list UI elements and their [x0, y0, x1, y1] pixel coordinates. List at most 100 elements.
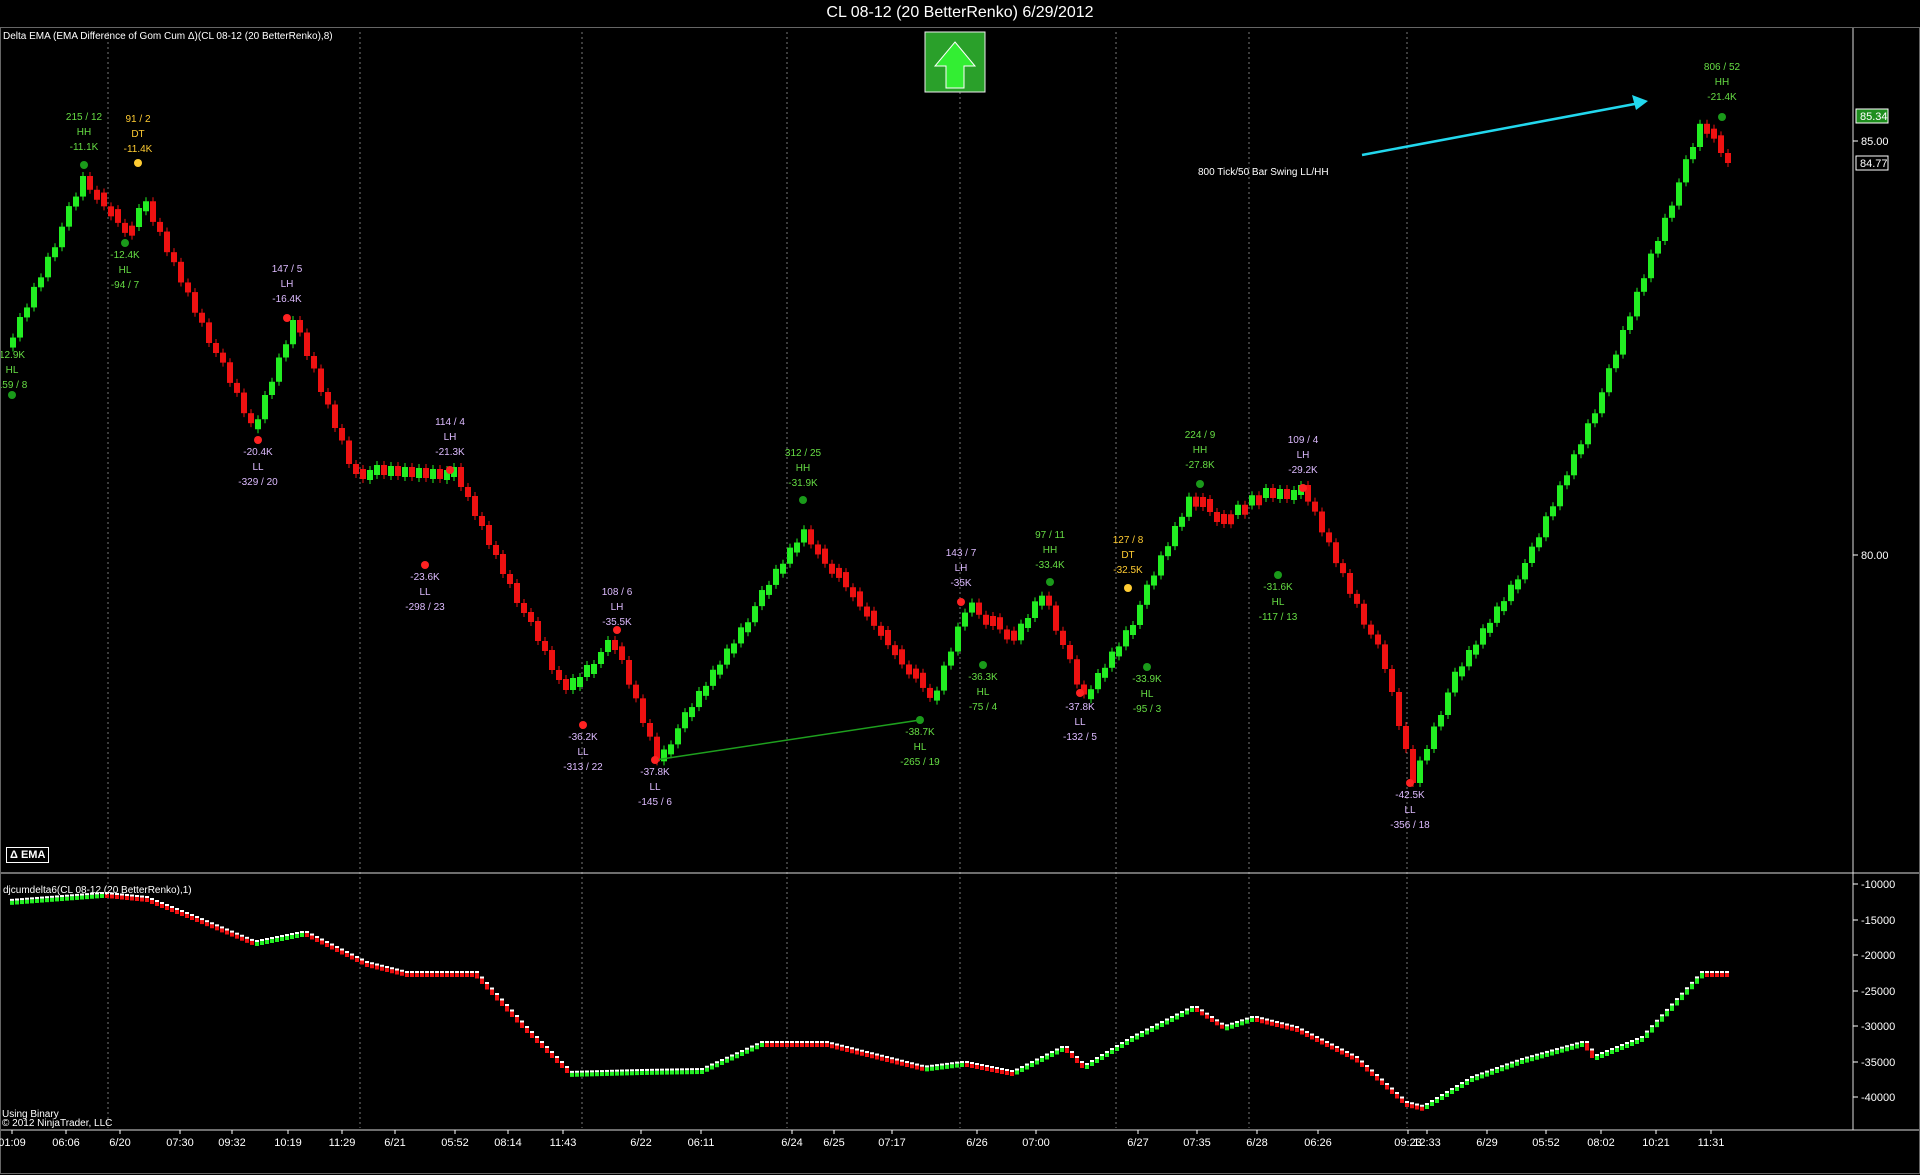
delta-tick [1530, 1055, 1534, 1058]
renko-brick [759, 590, 765, 607]
delta-tick [290, 933, 294, 935]
delta-tick [860, 1049, 864, 1052]
renko-brick [192, 292, 198, 313]
swing-label-text: 108 / 6 [602, 587, 633, 598]
swing-label-text: -117 / 13 [1259, 612, 1298, 623]
renko-brick [311, 356, 317, 369]
delta-tick [955, 1061, 959, 1064]
x-tick-label: 08:14 [494, 1137, 522, 1149]
delta-tick [230, 930, 234, 933]
delta-tick [845, 1046, 849, 1048]
delta-tick [1610, 1048, 1614, 1050]
renko-brick [1179, 516, 1185, 527]
delta-bar [500, 1000, 504, 1006]
delta-bar [970, 1064, 974, 1068]
renko-brick [199, 312, 205, 323]
renko-brick [437, 469, 443, 479]
delta-bar [230, 932, 234, 937]
delta-tick [1600, 1052, 1604, 1054]
delta-tick [665, 1068, 669, 1071]
swing-label-text: 147 / 5 [272, 264, 303, 275]
delta-tick [1615, 1046, 1619, 1048]
renko-brick [171, 252, 177, 263]
swing-label-text: 12.9K [0, 350, 25, 361]
delta-bar [355, 958, 359, 962]
delta-bar [530, 1033, 534, 1038]
delta-tick [885, 1056, 889, 1058]
renko-brick [1018, 623, 1024, 641]
delta-tick [1090, 1060, 1094, 1062]
renko-brick [598, 652, 604, 664]
delta-tick [555, 1056, 559, 1058]
delta-bar [145, 898, 149, 902]
renko-brick [1130, 625, 1136, 635]
delta-tick [820, 1041, 824, 1043]
delta-tick [15, 898, 19, 901]
delta-tick [890, 1057, 894, 1060]
renko-brick [395, 466, 401, 476]
delta-tick [1670, 1003, 1674, 1006]
delta-tick [950, 1062, 954, 1065]
renko-brick [1676, 182, 1682, 206]
delta-ema-badge[interactable]: Δ EMA [6, 847, 50, 863]
delta-bar [1330, 1045, 1334, 1050]
delta-tick [365, 961, 369, 963]
delta-tick [1465, 1079, 1469, 1081]
renko-brick [752, 606, 758, 623]
x-tick-label: 6/20 [109, 1137, 130, 1149]
x-tick-label: 06:11 [688, 1137, 715, 1149]
swing-label-text: LL [252, 462, 264, 473]
delta-tick [785, 1041, 789, 1043]
delta-bar [805, 1043, 809, 1047]
delta-tick [1700, 971, 1704, 973]
delta-bar [605, 1071, 609, 1076]
delta-tick [255, 940, 259, 942]
delta-tick [1380, 1078, 1384, 1081]
delta-tick [1255, 1016, 1259, 1018]
renko-brick [367, 470, 373, 480]
delta-tick [1330, 1043, 1334, 1046]
delta-tick [275, 936, 279, 938]
delta-bar [245, 938, 249, 943]
swing-label-text: HL [914, 742, 927, 753]
delta-tick [1565, 1045, 1569, 1048]
delta-bar [1705, 973, 1709, 977]
renko-brick [1718, 135, 1724, 153]
delta-tick [1210, 1016, 1214, 1018]
delta-bar [895, 1060, 899, 1065]
delta-bar [350, 955, 354, 960]
renko-brick [640, 698, 646, 723]
delta-bar [1605, 1052, 1609, 1056]
renko-brick [1256, 495, 1262, 506]
delta-tick [610, 1069, 614, 1072]
delta-tick [350, 953, 354, 956]
delta-tick [770, 1041, 774, 1043]
delta-tick [25, 897, 29, 900]
delta-tick [760, 1041, 764, 1043]
delta-bar [1495, 1069, 1499, 1073]
delta-tick [1710, 971, 1714, 973]
swing-label-text: -313 / 22 [563, 762, 603, 773]
delta-bar [1650, 1027, 1654, 1033]
delta-bar [540, 1043, 544, 1048]
swing-dot [651, 756, 659, 764]
swing-label-text: -132 / 5 [1063, 732, 1097, 743]
delta-bar [1440, 1096, 1444, 1100]
renko-brick [269, 381, 275, 395]
renko-brick [1550, 506, 1556, 517]
swing-dot [8, 391, 16, 399]
delta-bar [1600, 1054, 1604, 1058]
delta-bar [1015, 1070, 1019, 1075]
renko-brick [297, 320, 303, 333]
renko-brick [745, 622, 751, 633]
renko-brick [1606, 368, 1612, 393]
delta-bar [1430, 1102, 1434, 1106]
delta-bar [1610, 1050, 1614, 1054]
delta-tick [1575, 1042, 1579, 1045]
delta-tick [1345, 1051, 1349, 1053]
renko-brick [738, 627, 744, 644]
renko-brick [94, 189, 100, 200]
renko-brick [1095, 673, 1101, 690]
swing-label-text: -33.9K [1132, 674, 1162, 685]
delta-tick [1105, 1051, 1109, 1053]
